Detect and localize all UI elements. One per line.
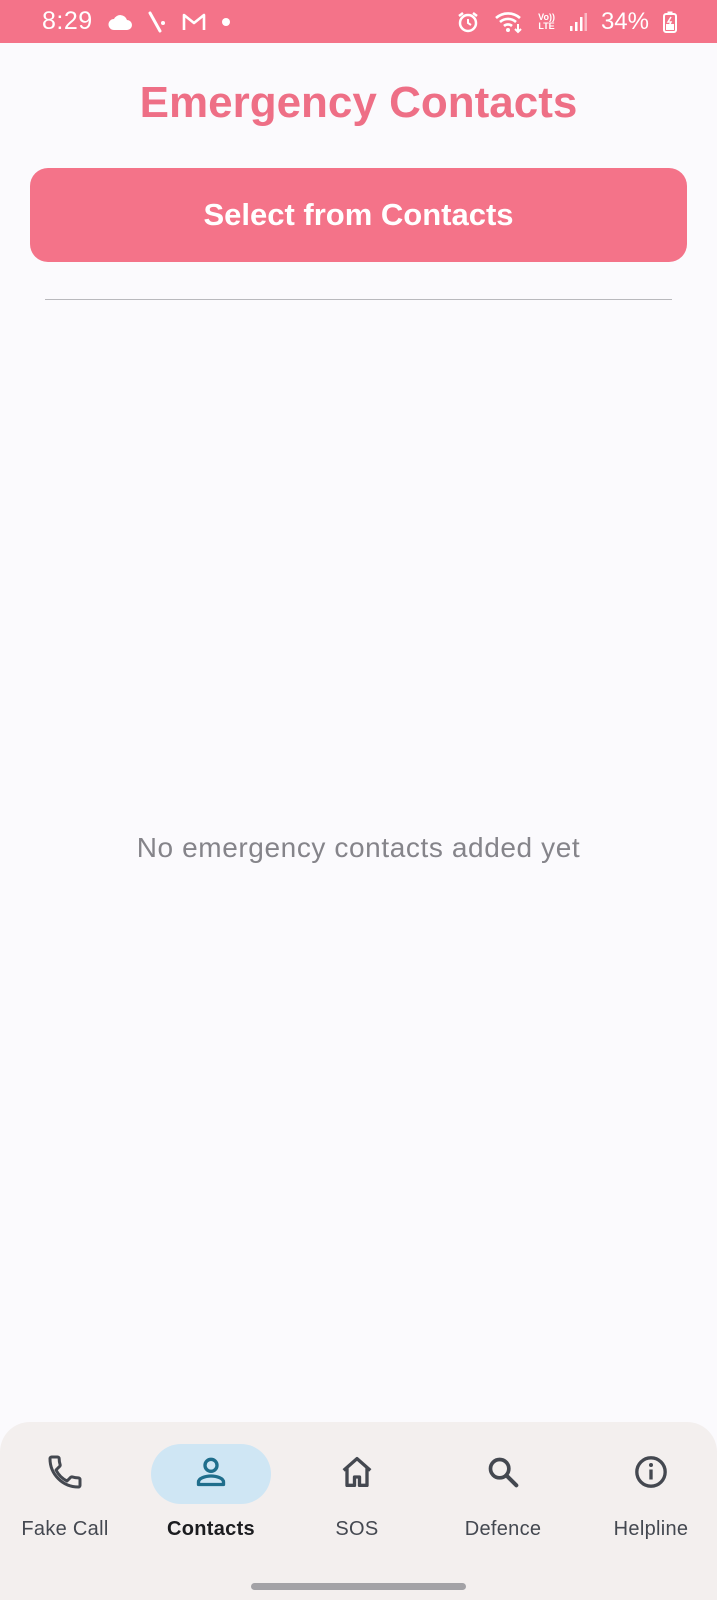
nav-label: SOS (335, 1518, 379, 1540)
empty-state-message: No emergency contacts added yet (136, 832, 581, 863)
bottom-navigation: Fake Call Contacts SOS Defence Helpline (0, 1422, 717, 1600)
divider (45, 299, 672, 300)
status-bar-right: Vo)) LTE 34% (456, 8, 677, 36)
nav-item-helpline[interactable]: Helpline (578, 1444, 717, 1554)
search-icon (483, 1452, 523, 1497)
info-icon (631, 1452, 671, 1497)
nav-label: Fake Call (21, 1518, 109, 1540)
nav-icon-container (591, 1444, 711, 1504)
lte-icon: Vo)) LTE (538, 12, 555, 31)
dot-icon (221, 17, 231, 27)
status-bar-left: 8:29 (42, 7, 231, 36)
emergency-contacts-screen: 8:29 Vo)) LTE 34% Emergency Contacts Sel… (0, 0, 717, 1600)
nav-item-fake-call[interactable]: Fake Call (0, 1444, 138, 1554)
battery-percentage: 34% (600, 7, 649, 35)
person-icon (191, 1452, 231, 1497)
home-indicator[interactable] (251, 1583, 466, 1590)
nav-icon-container (297, 1444, 417, 1504)
lte-label-bottom: LTE (538, 20, 555, 31)
nav-item-sos[interactable]: SOS (284, 1444, 430, 1554)
alarm-icon (456, 10, 480, 34)
cloud-icon (107, 13, 133, 31)
status-time: 8:29 (42, 7, 93, 35)
phone-icon (45, 1452, 85, 1497)
nav-icon-container (443, 1444, 563, 1504)
battery-icon (663, 11, 677, 33)
page-title: Emergency Contacts (139, 78, 578, 127)
slash-app-icon (147, 11, 167, 33)
status-bar: 8:29 Vo)) LTE 34% (0, 0, 717, 43)
home-icon (337, 1452, 377, 1497)
nav-label: Defence (464, 1518, 542, 1540)
nav-icon-container (5, 1444, 125, 1504)
signal-icon (569, 12, 587, 32)
gmail-icon (181, 12, 207, 32)
select-from-contacts-button[interactable]: Select from Contacts (30, 168, 687, 262)
nav-item-defence[interactable]: Defence (430, 1444, 576, 1554)
nav-icon-container (151, 1444, 271, 1504)
wifi-icon (494, 10, 524, 34)
nav-item-contacts[interactable]: Contacts (138, 1444, 284, 1554)
nav-label: Contacts (167, 1518, 255, 1540)
nav-label: Helpline (613, 1518, 689, 1540)
